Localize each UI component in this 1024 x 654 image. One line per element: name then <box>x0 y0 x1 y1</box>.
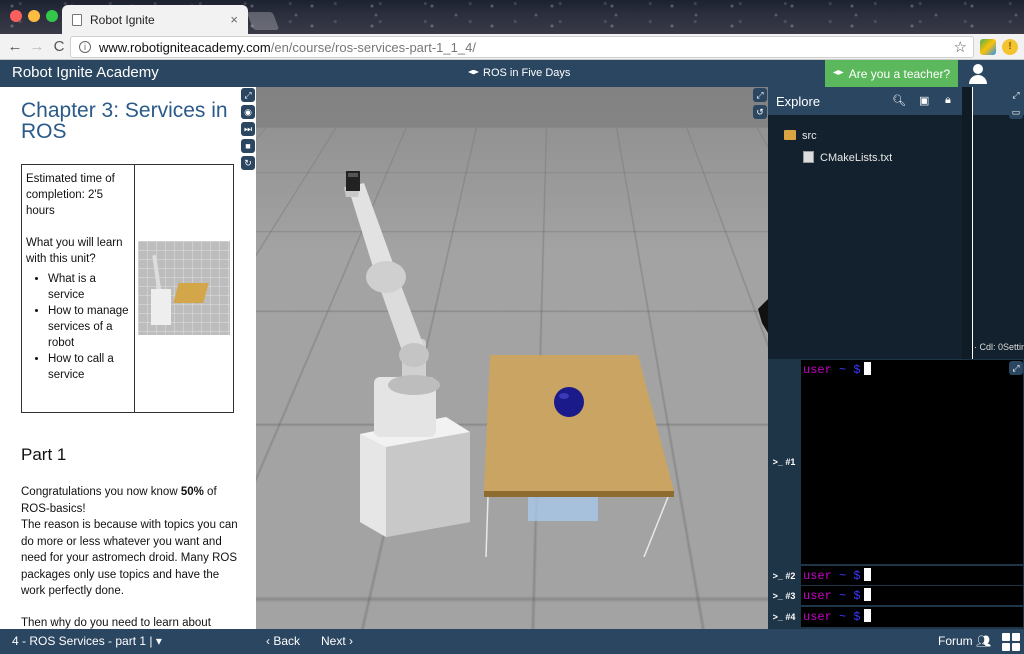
terminal-4[interactable]: user ~ $ <box>801 607 1023 627</box>
text-cursor <box>863 588 871 601</box>
robot-scene <box>344 171 768 558</box>
bookmark-star-icon[interactable]: ☆ <box>954 38 967 56</box>
back-arrow-icon[interactable]: ← <box>4 38 26 55</box>
panel-splitter[interactable] <box>962 87 972 359</box>
graduation-cap-icon <box>468 69 479 75</box>
text-cursor <box>863 568 871 581</box>
course-title: ROS in Five Days <box>468 67 570 79</box>
screen: Robot Ignite × ← → C i www.robotigniteac… <box>0 0 1024 654</box>
learn-heading: What you will learn with this unit? <box>26 237 123 265</box>
paragraph: Congratulations you now know 50% of ROS-… <box>21 486 217 515</box>
unit-info-text: Estimated time of completion: 2'5 hours … <box>22 165 135 412</box>
step-forward-icon[interactable]: ⏭ <box>241 122 255 136</box>
browser-tab-bar: Robot Ignite × <box>0 0 1024 34</box>
browser-toolbar: ← → C i www.robotigniteacademy.com /en/c… <box>0 34 1024 60</box>
tab-close-icon[interactable]: × <box>230 12 238 27</box>
brand-logo-text[interactable]: Robot Ignite Academy <box>12 64 159 81</box>
learn-item: What is a service <box>48 271 130 303</box>
url-path: /en/course/ros-services-part-1_1_4/ <box>270 39 476 55</box>
graduation-cap-icon <box>832 70 844 75</box>
text-cursor <box>863 362 871 375</box>
expand-icon[interactable]: ⤢ <box>753 88 767 102</box>
window-minimize-button[interactable] <box>28 10 40 22</box>
bottom-nav-bar: 4 - ROS Services - part 1 | ▾ ‹ Back Nex… <box>0 629 1024 654</box>
tab-title: Robot Ignite <box>90 12 155 27</box>
shell-tab-3[interactable]: >_ #3 <box>768 586 800 606</box>
app-header: Robot Ignite Academy ROS in Five Days Ar… <box>0 60 1024 87</box>
shell-tab-2[interactable]: >_ #2 <box>768 566 800 586</box>
unit-image-cell <box>135 165 233 412</box>
window-maximize-button[interactable] <box>46 10 58 22</box>
layout-grid-icon[interactable] <box>1002 633 1020 651</box>
expand-icon[interactable]: ⤢ <box>1009 361 1023 375</box>
unit-selector[interactable]: 4 - ROS Services - part 1 | ▾ <box>12 634 162 648</box>
extension-icon[interactable] <box>980 39 996 55</box>
restart-icon[interactable]: ↻ <box>241 156 255 170</box>
browser-tab[interactable]: Robot Ignite × <box>62 5 248 34</box>
unit-info-table: Estimated time of completion: 2'5 hours … <box>21 164 234 413</box>
shell-tab-4[interactable]: >_ #4 <box>768 607 800 627</box>
shell-tab-1[interactable]: >_ #1 <box>768 452 800 472</box>
back-button[interactable]: ‹ Back <box>266 634 300 648</box>
teacher-button[interactable]: Are you a teacher? <box>825 60 958 87</box>
forward-arrow-icon[interactable]: → <box>26 38 48 55</box>
ide-explorer: Explore 🔍︎ ▣ 🔒︎ src CMakeLists.txt <box>768 87 963 359</box>
folder-icon <box>784 130 796 140</box>
explorer-title: Explore <box>776 94 821 109</box>
monitor-icon[interactable]: ▭ <box>1009 105 1023 119</box>
expand-icon[interactable]: ⤢ <box>1009 88 1023 102</box>
info-icon[interactable]: i <box>79 41 91 53</box>
simulation-thumbnail <box>138 241 230 335</box>
next-button[interactable]: Next › <box>321 634 353 648</box>
estimated-time: Estimated time of completion: 2'5 hours <box>26 173 115 217</box>
expand-icon[interactable]: ⤢ <box>241 88 255 102</box>
extension-badge-icon[interactable]: ! <box>1002 39 1018 55</box>
right-panel-toolbar: ⤢ ▭ <box>1009 88 1023 119</box>
paragraph: Then why do you need to learn about <box>21 617 211 629</box>
learn-item: How to call a service <box>48 351 130 383</box>
file-icon <box>803 151 814 163</box>
reset-icon[interactable]: ↺ <box>753 105 767 119</box>
terminal-toolbar: ⤢ <box>1009 361 1023 375</box>
course-name: ROS in Five Days <box>483 67 571 79</box>
learn-list: What is a service How to manage services… <box>26 271 130 383</box>
page-icon <box>72 13 82 26</box>
text-cursor <box>863 609 871 622</box>
users-icon: 👥︎ <box>976 634 992 648</box>
folder-open-icon[interactable]: ▣ <box>919 94 929 107</box>
notebook-toolbar: ⤢ ◉ ⏭ ■ ↻ <box>241 88 255 170</box>
reload-icon[interactable]: C <box>48 38 70 55</box>
forum-link[interactable]: Forum 👥︎ <box>938 634 991 648</box>
simulation-viewport[interactable] <box>256 87 768 629</box>
course-notebook: Chapter 3: Services in ROS Estimated tim… <box>0 87 256 629</box>
learn-item: How to manage services of a robot <box>48 303 130 351</box>
explorer-header: Explore 🔍︎ ▣ 🔒︎ <box>768 87 963 115</box>
terminal-3[interactable]: user ~ $ <box>801 586 1023 605</box>
part-title: Part 1 <box>21 445 67 464</box>
right-tool-panel <box>973 87 1024 359</box>
url-host: www.robotigniteacademy.com <box>99 39 271 55</box>
chapter-title: Chapter 3: Services in ROS <box>21 99 228 143</box>
tree-folder-src[interactable]: src <box>784 130 817 142</box>
sim-toolbar: ⤢ ↺ <box>753 88 767 119</box>
stop-icon[interactable]: ■ <box>241 139 255 153</box>
terminal-1[interactable]: user ~ $ <box>801 360 1023 564</box>
search-icon[interactable]: 🔍︎ <box>892 94 906 107</box>
paragraph: The reason is because with topics you ca… <box>21 519 238 597</box>
address-bar[interactable]: i www.robotigniteacademy.com /en/course/… <box>70 36 974 58</box>
teacher-button-label: Are you a teacher? <box>848 66 951 81</box>
terminal-2[interactable]: user ~ $ <box>801 566 1023 585</box>
lock-icon[interactable]: 🔒︎ <box>945 94 951 107</box>
status-label: · Cdl: 0Settin <box>974 342 1024 352</box>
window-close-button[interactable] <box>10 10 22 22</box>
new-tab-button[interactable] <box>246 12 280 30</box>
eye-icon[interactable]: ◉ <box>241 105 255 119</box>
user-avatar-icon[interactable] <box>968 64 988 84</box>
tree-file-cmakelists[interactable]: CMakeLists.txt <box>803 151 892 164</box>
